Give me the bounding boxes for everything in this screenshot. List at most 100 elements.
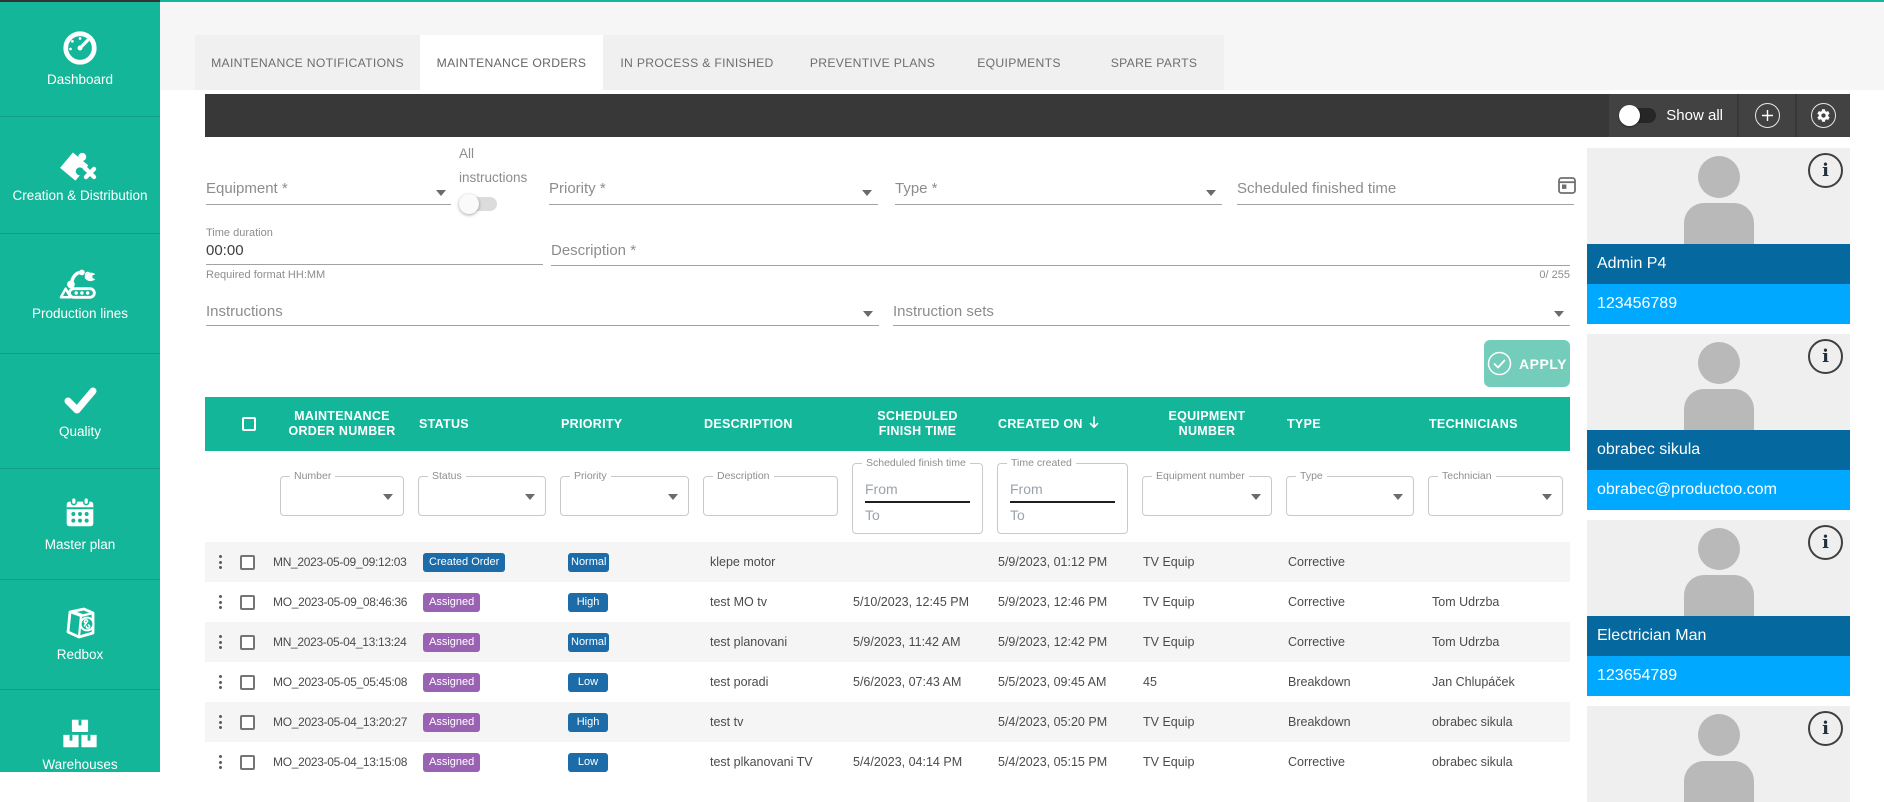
table-header: MAINTENANCE ORDER NUMBERSTATUSPRIORITYDE… xyxy=(205,397,1570,451)
cell-created-on: 5/4/2023, 05:20 PM xyxy=(990,702,1135,742)
apply-button[interactable]: APPLY xyxy=(1484,340,1570,387)
priority-badge: High xyxy=(568,593,608,612)
description-input[interactable]: Description * xyxy=(551,242,636,260)
info-button[interactable]: i xyxy=(1808,525,1843,560)
instructions-caret-icon xyxy=(863,311,873,317)
column-header-description[interactable]: DESCRIPTION xyxy=(696,397,845,451)
instruction-sets-underline xyxy=(893,325,1570,326)
show-all-toggle[interactable] xyxy=(1619,108,1656,123)
column-header-priority[interactable]: PRIORITY xyxy=(553,397,696,451)
column-header-scheduled-finish-time[interactable]: SCHEDULED FINISH TIME xyxy=(845,397,990,451)
dashboard-icon xyxy=(61,32,99,64)
row-checkbox[interactable] xyxy=(240,715,255,730)
row-checkbox[interactable] xyxy=(240,555,255,570)
row-menu-button[interactable] xyxy=(219,715,222,729)
range-from-input[interactable]: From xyxy=(1010,481,1115,497)
column-header-label: SCHEDULED FINISH TIME xyxy=(858,409,978,439)
filter-cell: Description xyxy=(696,451,845,542)
cell-maintenance-order-number: MN_2023-05-09_09:12:03 xyxy=(273,542,411,582)
filter-status-select[interactable]: Status xyxy=(418,476,546,516)
row-checkbox[interactable] xyxy=(240,675,255,690)
row-checkbox[interactable] xyxy=(240,755,255,770)
cell-priority: Low xyxy=(553,662,696,702)
type-select[interactable]: Type * xyxy=(895,180,938,198)
creation-distribution-icon xyxy=(60,148,100,180)
column-header-created-on[interactable]: CREATED ON xyxy=(990,397,1135,451)
row-checkbox[interactable] xyxy=(240,635,255,650)
filter-description-input[interactable]: Description xyxy=(703,476,838,516)
filter-technician-select[interactable]: Technician xyxy=(1428,476,1563,516)
sidebar-item-creation-distribution[interactable]: Creation & Distribution xyxy=(0,116,160,233)
filter-number-select[interactable]: Number xyxy=(280,476,404,516)
cell-equipment-number: TV Equip xyxy=(1135,542,1279,582)
cell-technicians: obrabec sikula xyxy=(1421,742,1570,782)
row-checkbox[interactable] xyxy=(240,595,255,610)
sidebar-item-master-plan[interactable]: Master plan xyxy=(0,468,160,579)
priority-select[interactable]: Priority * xyxy=(549,180,606,198)
filter-equipment-number-select[interactable]: Equipment number xyxy=(1142,476,1272,516)
sidebar-item-production-lines[interactable]: Production lines xyxy=(0,233,160,353)
instructions-select[interactable]: Instructions xyxy=(206,303,283,321)
sidebar-item-dashboard[interactable]: Dashboard xyxy=(0,2,160,116)
calendar-icon[interactable] xyxy=(1557,175,1577,195)
scheduled-finished-time-field[interactable]: Scheduled finished time xyxy=(1237,180,1396,198)
column-header-equipment-number[interactable]: EQUIPMENT NUMBER xyxy=(1135,397,1279,451)
range-to-input[interactable]: To xyxy=(1010,507,1115,523)
filter-time-created-range[interactable]: Time createdFromTo xyxy=(997,463,1128,534)
instruction-sets-select[interactable]: Instruction sets xyxy=(893,303,994,321)
tab-equipments[interactable]: EQUIPMENTS xyxy=(954,35,1084,90)
tab-in-process-finished[interactable]: IN PROCESS & FINISHED xyxy=(603,35,791,90)
time-duration-input[interactable]: 00:00 xyxy=(206,242,244,259)
tab-maintenance-notifications[interactable]: MAINTENANCE NOTIFICATIONS xyxy=(195,35,420,90)
column-header-number[interactable]: MAINTENANCE ORDER NUMBER xyxy=(273,397,411,451)
column-header-type[interactable]: TYPE xyxy=(1279,397,1421,451)
cell-equipment-number: TV Equip xyxy=(1135,582,1279,622)
all-instructions-toggle[interactable] xyxy=(459,194,497,208)
filter-cell: Time createdFromTo xyxy=(990,451,1135,542)
cell-scheduled-finish-time: 5/10/2023, 12:45 PM xyxy=(845,582,990,622)
cell-scheduled-finish-time xyxy=(845,542,990,582)
info-icon: i xyxy=(1822,346,1829,367)
tab-preventive-plans[interactable]: PREVENTIVE PLANS xyxy=(791,35,954,90)
cell-scheduled-finish-time: 5/4/2023, 04:14 PM xyxy=(845,742,990,782)
sort-desc-arrow-icon xyxy=(1089,416,1099,433)
sidebar-item-redbox[interactable]: Redbox xyxy=(0,579,160,689)
range-from-underline xyxy=(865,501,970,503)
cell-maintenance-order-number: MO_2023-05-04_13:15:08 xyxy=(273,742,411,782)
range-from-underline xyxy=(1010,501,1115,503)
row-menu-button[interactable] xyxy=(219,555,222,569)
filter-scheduled-finish-time-range[interactable]: Scheduled finish timeFromTo xyxy=(852,463,983,534)
info-icon: i xyxy=(1822,718,1829,739)
info-button[interactable]: i xyxy=(1808,339,1843,374)
tab-spare-parts[interactable]: SPARE PARTS xyxy=(1084,35,1224,90)
tab-maintenance-orders[interactable]: MAINTENANCE ORDERS xyxy=(420,35,603,90)
equipment-select[interactable]: Equipment * xyxy=(206,180,288,198)
settings-button[interactable] xyxy=(1811,103,1836,128)
filter-priority-select[interactable]: Priority xyxy=(560,476,689,516)
info-button[interactable]: i xyxy=(1808,153,1843,188)
contact-card: i xyxy=(1587,706,1850,802)
row-menu-button[interactable] xyxy=(219,755,222,769)
info-button[interactable]: i xyxy=(1808,711,1843,746)
sidebar-item-quality[interactable]: Quality xyxy=(0,353,160,468)
select-all-checkbox[interactable] xyxy=(242,417,256,431)
sidebar-item-warehouses[interactable]: Warehouses xyxy=(0,689,160,799)
filter-type-select[interactable]: Type xyxy=(1286,476,1414,516)
column-header-status[interactable]: STATUS xyxy=(411,397,553,451)
range-from-input[interactable]: From xyxy=(865,481,970,497)
cell-technicians: Tom Udrzba xyxy=(1421,582,1570,622)
column-header-technicians[interactable]: TECHNICIANS xyxy=(1421,397,1570,451)
column-header-label: EQUIPMENT NUMBER xyxy=(1147,409,1267,439)
filter-label: Status xyxy=(428,470,466,482)
row-menu-button[interactable] xyxy=(219,675,222,689)
filter-label: Type xyxy=(1296,470,1327,482)
gear-icon xyxy=(1816,108,1831,123)
cell-status: Assigned xyxy=(411,742,553,782)
range-to-input[interactable]: To xyxy=(865,507,970,523)
avatar-icon xyxy=(1671,706,1767,802)
add-button[interactable] xyxy=(1755,103,1780,128)
contact-card: iAdmin P4123456789 xyxy=(1587,148,1850,324)
row-menu-cell xyxy=(205,542,235,582)
row-menu-button[interactable] xyxy=(219,635,222,649)
row-menu-button[interactable] xyxy=(219,595,222,609)
